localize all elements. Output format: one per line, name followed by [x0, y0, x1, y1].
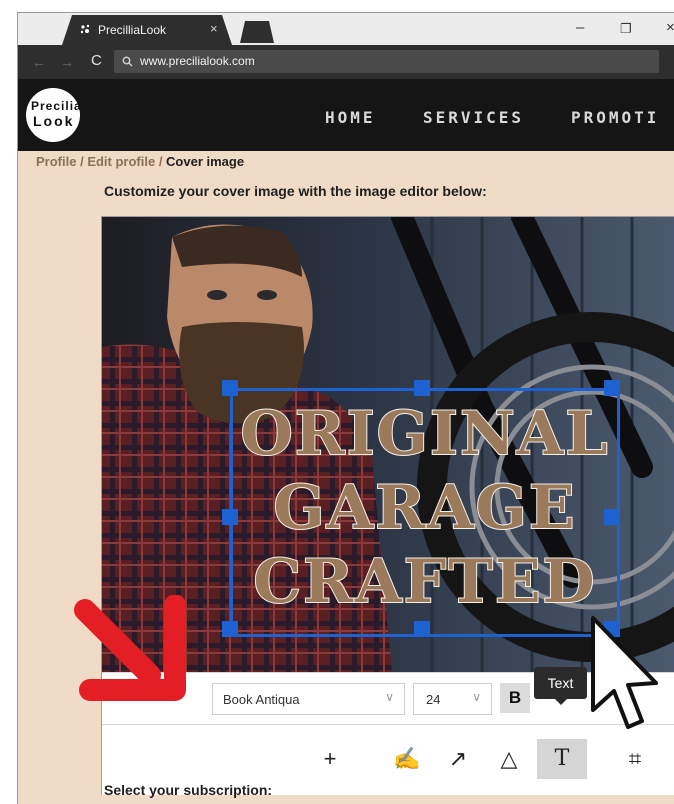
- url-input[interactable]: www.precilialook.com: [114, 50, 659, 73]
- resize-handle-top-left[interactable]: [222, 380, 238, 396]
- overlay-text-line: CRAFTED: [252, 546, 597, 618]
- breadcrumb-separator: /: [76, 154, 88, 169]
- new-tab-button[interactable]: [240, 21, 274, 43]
- overlay-text-line: ORIGINAL: [239, 398, 610, 470]
- url-text: www.precilialook.com: [140, 54, 255, 68]
- close-window-button[interactable]: ×: [666, 19, 674, 36]
- subscription-label: Select your subscription:: [104, 782, 273, 798]
- font-size-select[interactable]: 24 ∨: [413, 683, 492, 715]
- resize-handle-bottom[interactable]: [414, 621, 430, 637]
- mouse-cursor-icon: [591, 616, 658, 729]
- nav-home[interactable]: HOME: [325, 108, 376, 127]
- chevron-down-icon: ∨: [472, 690, 481, 704]
- text-object-box[interactable]: ORIGINAL GARAGE CRAFTED: [230, 388, 620, 637]
- editor-instruction: Customize your cover image with the imag…: [104, 183, 487, 199]
- breadcrumb: Profile / Edit profile / Cover image: [36, 154, 244, 169]
- nav-promotions[interactable]: PROMOTI: [571, 108, 659, 127]
- site-logo[interactable]: Precilia Look: [26, 88, 82, 142]
- font-family-select[interactable]: Book Antiqua ∨: [212, 683, 405, 715]
- back-icon[interactable]: ←: [32, 54, 46, 70]
- tab-close-icon[interactable]: ×: [210, 21, 218, 36]
- minimize-button[interactable]: –: [576, 19, 584, 36]
- text-tool-tooltip: Text: [534, 667, 587, 705]
- resize-handle-top-right[interactable]: [604, 380, 620, 396]
- tab-title: PrecilliaLook: [98, 23, 167, 37]
- address-bar: ← → C www.precilialook.com: [18, 45, 674, 79]
- reload-icon[interactable]: C: [91, 52, 102, 69]
- font-size-value: 24: [426, 692, 441, 707]
- draw-tool-button[interactable]: ✍: [387, 739, 427, 779]
- annotation-arrow-icon: [74, 595, 186, 701]
- chevron-down-icon: ∨: [385, 690, 394, 704]
- restore-button[interactable]: ❐: [620, 21, 632, 37]
- site-header: Precilia Look HOME SERVICES PROMOTI: [18, 79, 674, 151]
- bold-button[interactable]: B: [500, 683, 530, 713]
- resize-handle-right[interactable]: [604, 509, 620, 525]
- resize-handle-top[interactable]: [414, 380, 430, 396]
- font-family-value: Book Antiqua: [223, 692, 300, 707]
- arrow-tool-button[interactable]: ↗: [438, 739, 478, 779]
- shape-tool-button[interactable]: △: [489, 739, 529, 779]
- crop-tool-button[interactable]: ⌗: [615, 739, 655, 779]
- text-tool-button[interactable]: T: [537, 739, 587, 779]
- browser-tab[interactable]: PrecilliaLook ×: [62, 15, 232, 45]
- logo-line1: Precilia: [31, 99, 82, 113]
- breadcrumb-separator: /: [155, 154, 167, 169]
- forward-icon[interactable]: →: [60, 54, 74, 70]
- breadcrumb-profile[interactable]: Profile: [36, 154, 76, 169]
- nav-services[interactable]: SERVICES: [423, 108, 524, 127]
- breadcrumb-edit-profile[interactable]: Edit profile: [87, 154, 155, 169]
- image-editor: ORIGINAL GARAGE CRAFTED Book Antiqua ∨ 2…: [101, 216, 674, 795]
- add-tool-button[interactable]: +: [310, 739, 350, 779]
- logo-line2: Look: [33, 113, 75, 129]
- breadcrumb-current: Cover image: [166, 154, 245, 169]
- resize-handle-left[interactable]: [222, 509, 238, 525]
- overlay-text-line: GARAGE: [272, 472, 577, 544]
- favicon-icon: [80, 24, 90, 34]
- tab-strip: PrecilliaLook × – ❐ ×: [18, 13, 674, 45]
- resize-handle-bottom-left[interactable]: [222, 621, 238, 637]
- search-icon: [122, 56, 133, 67]
